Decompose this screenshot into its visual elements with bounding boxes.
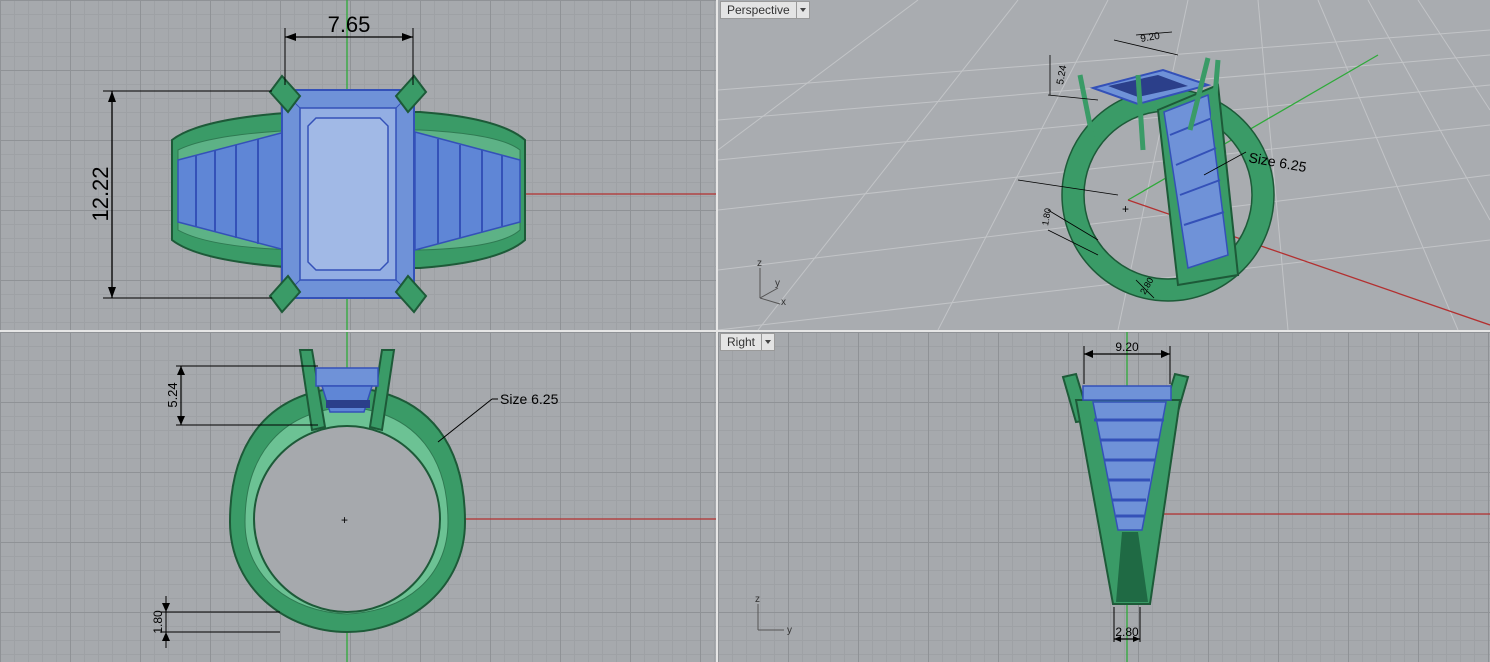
perspective-viewport-canvas[interactable]: 9.20 5.24 Size 6.25 1.80 2.80 + z y x — [718, 0, 1490, 330]
perspective-axis-x-label: x — [781, 297, 786, 308]
perspective-axis-y-label: y — [775, 278, 780, 289]
perspective-shank-dimension-label: 1.80 — [1040, 207, 1053, 226]
front-viewport-canvas[interactable]: 5.24 Size 6.25 1.80 + — [0, 332, 716, 662]
origin-marker: + — [341, 513, 348, 527]
ring-front-view[interactable] — [228, 349, 467, 634]
right-viewport-canvas[interactable]: 9.20 2.80 z y — [718, 332, 1490, 662]
origin-marker: + — [1122, 202, 1129, 216]
ring-right-view[interactable] — [1061, 372, 1190, 605]
perspective-grid — [718, 0, 1490, 330]
perspective-viewport[interactable]: 9.20 5.24 Size 6.25 1.80 2.80 + z y x Pe… — [718, 0, 1490, 330]
perspective-viewport-title[interactable]: Perspective — [721, 2, 796, 18]
top-height-dimension-label: 12.22 — [88, 166, 113, 221]
front-dimension-shank[interactable]: 1.80 — [151, 596, 280, 648]
right-axis-z-label: z — [755, 594, 760, 605]
right-viewport-title[interactable]: Right — [721, 334, 761, 350]
perspective-axis-z-label: z — [757, 258, 762, 269]
right-axis-y-label: y — [787, 625, 792, 636]
right-axis-indicator: z y — [755, 594, 792, 636]
top-dimension-width[interactable]: 7.65 — [284, 12, 414, 85]
top-viewport[interactable]: 7.65 12.22 — [0, 0, 716, 330]
right-viewport[interactable]: 9.20 2.80 z y Right — [718, 332, 1490, 662]
viewport-menu-dropdown-icon[interactable] — [795, 2, 809, 18]
perspective-height-dimension-label: 5.24 — [1055, 64, 1069, 86]
front-shank-dimension-label: 1.80 — [151, 610, 165, 634]
right-bottom-dimension-label: 2.80 — [1115, 625, 1139, 639]
ring-perspective-view[interactable] — [1061, 57, 1275, 302]
perspective-width-dimension-label: 9.20 — [1140, 31, 1162, 45]
right-width-dimension-label: 9.20 — [1115, 340, 1139, 354]
front-ring-size-label: Size 6.25 — [500, 391, 559, 407]
perspective-axis-indicator: z y x — [757, 258, 786, 308]
perspective-viewport-tab[interactable]: Perspective — [720, 1, 810, 19]
viewport-menu-dropdown-icon[interactable] — [761, 334, 774, 350]
front-viewport[interactable]: 5.24 Size 6.25 1.80 + — [0, 332, 716, 662]
front-height-dimension-label: 5.24 — [165, 382, 180, 407]
front-ring-size-leader[interactable]: Size 6.25 — [437, 391, 559, 443]
ring-top-view[interactable] — [171, 74, 526, 314]
top-viewport-canvas[interactable]: 7.65 12.22 — [0, 0, 716, 330]
top-width-dimension-label: 7.65 — [328, 12, 371, 37]
right-viewport-tab[interactable]: Right — [720, 333, 776, 351]
